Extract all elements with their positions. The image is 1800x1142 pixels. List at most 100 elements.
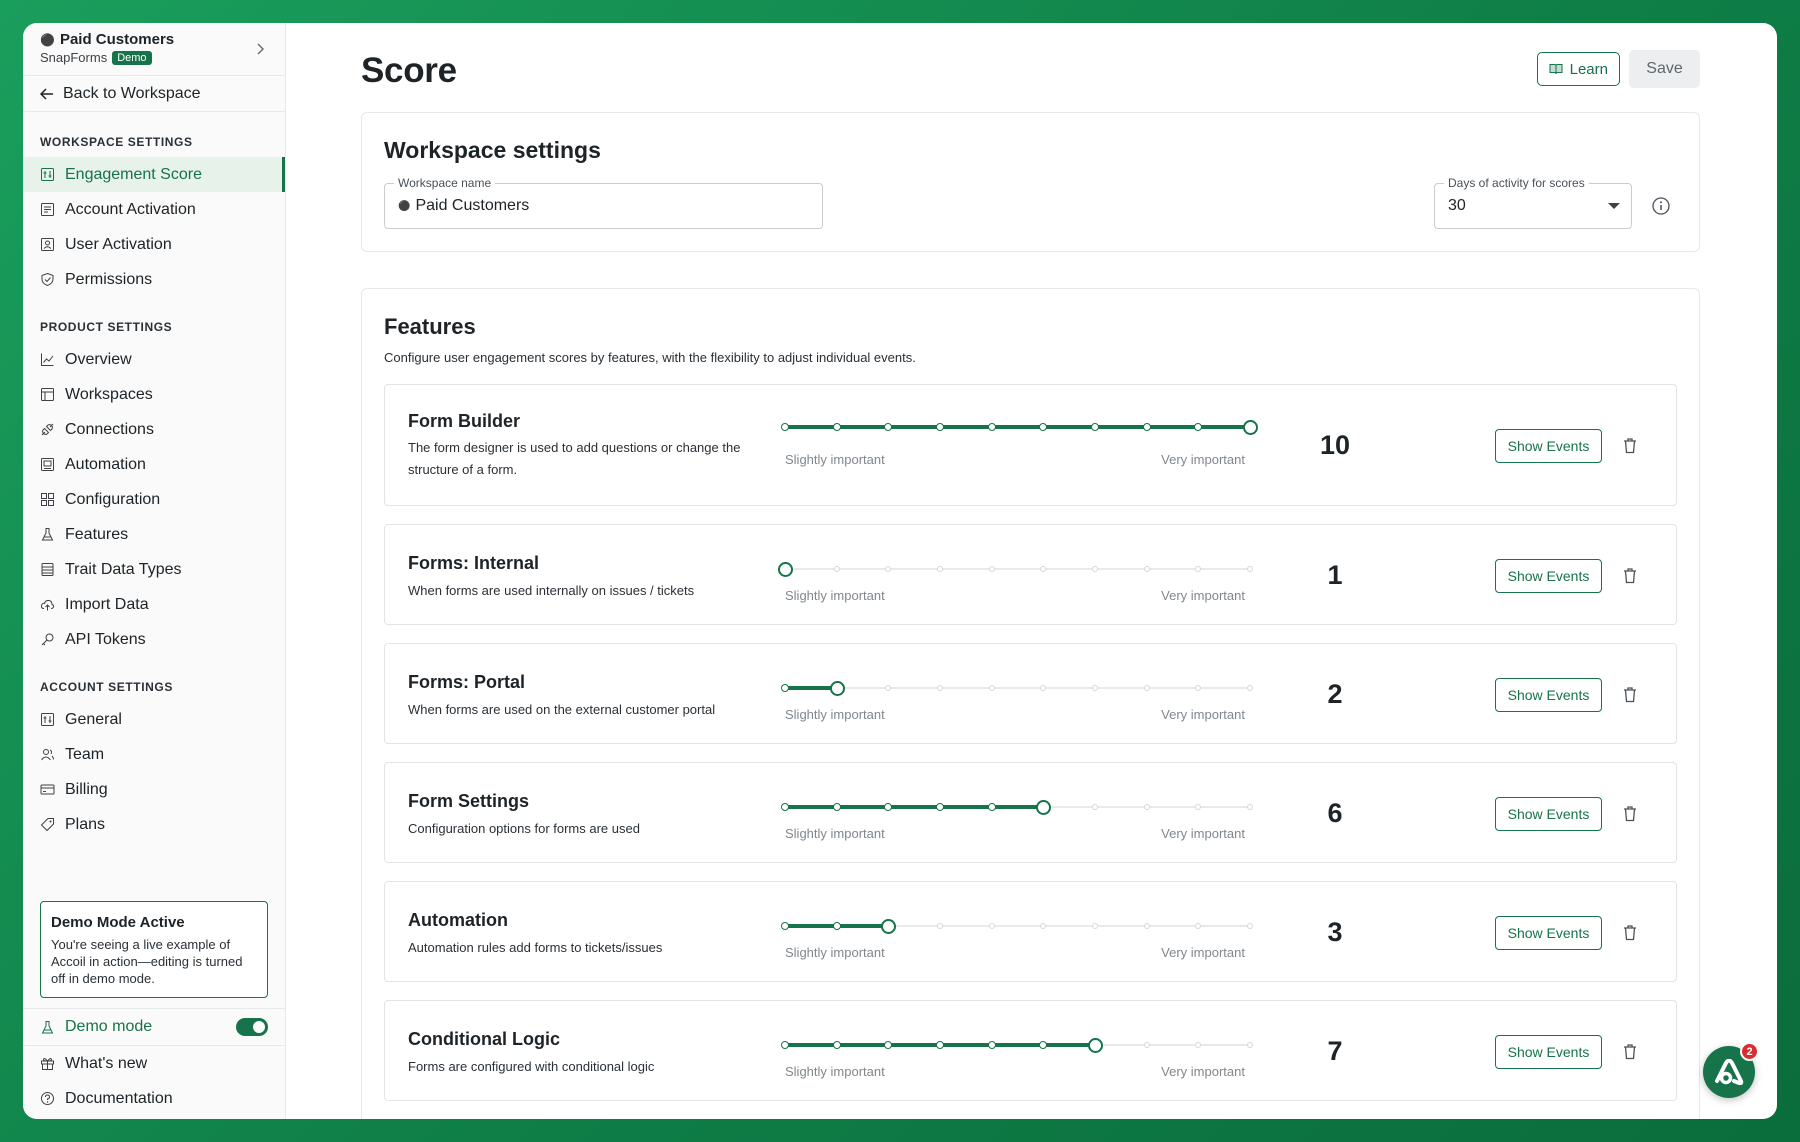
sidebar-item-team[interactable]: Team <box>23 737 285 772</box>
slider-step[interactable] <box>885 685 892 691</box>
slider-step[interactable] <box>781 684 789 692</box>
slider-step[interactable] <box>1195 923 1202 929</box>
days-of-activity-select[interactable]: Days of activity for scores 30 <box>1434 176 1632 229</box>
whats-new-link[interactable]: What's new <box>23 1046 285 1081</box>
slider-thumb[interactable] <box>1087 1038 1103 1053</box>
sidebar-item-overview[interactable]: Overview <box>23 342 285 377</box>
sidebar-item-configuration[interactable]: Configuration <box>23 482 285 517</box>
show-events-button[interactable]: Show Events <box>1495 1034 1602 1069</box>
slider-step[interactable] <box>1195 804 1202 810</box>
sidebar-item-billing[interactable]: Billing <box>23 772 285 807</box>
sidebar-item-api-tokens[interactable]: API Tokens <box>23 622 285 657</box>
slider-step[interactable] <box>1040 566 1047 572</box>
slider-step[interactable] <box>1090 423 1099 431</box>
sidebar-item-import-data[interactable]: Import Data <box>23 587 285 622</box>
slider-step[interactable] <box>1091 923 1098 929</box>
slider-step[interactable] <box>832 423 841 431</box>
slider-step[interactable] <box>1091 804 1098 810</box>
slider-step[interactable] <box>1194 423 1203 431</box>
slider-step[interactable] <box>936 566 943 572</box>
slider-step[interactable] <box>935 423 944 431</box>
demo-mode-toggle[interactable] <box>236 1018 268 1036</box>
slider-step[interactable] <box>832 1041 841 1049</box>
slider-step[interactable] <box>1247 566 1253 572</box>
slider-step[interactable] <box>833 566 840 572</box>
sidebar-item-general[interactable]: General <box>23 702 285 737</box>
importance-slider[interactable] <box>781 918 1253 934</box>
documentation-link[interactable]: Documentation <box>23 1081 285 1116</box>
slider-step[interactable] <box>884 423 893 431</box>
trash-icon[interactable] <box>1622 686 1638 703</box>
sidebar-item-automation[interactable]: Automation <box>23 447 285 482</box>
show-events-button[interactable]: Show Events <box>1495 429 1602 463</box>
slider-step[interactable] <box>1039 423 1048 431</box>
sidebar-item-trait-data-types[interactable]: Trait Data Types <box>23 552 285 587</box>
sidebar-item-connections[interactable]: Connections <box>23 412 285 447</box>
slider-thumb[interactable] <box>1243 420 1258 435</box>
slider-step[interactable] <box>884 1041 893 1049</box>
slider-step[interactable] <box>832 922 841 930</box>
trash-icon[interactable] <box>1622 805 1638 822</box>
slider-step[interactable] <box>1195 1042 1202 1048</box>
slider-thumb[interactable] <box>778 562 793 577</box>
importance-slider[interactable] <box>781 419 1258 435</box>
slider-step[interactable] <box>1247 685 1253 691</box>
slider-step[interactable] <box>1247 804 1253 810</box>
sidebar-item-features[interactable]: Features <box>23 517 285 552</box>
slider-step[interactable] <box>1143 566 1150 572</box>
slider-step[interactable] <box>1040 685 1047 691</box>
slider-step[interactable] <box>936 685 943 691</box>
slider-step[interactable] <box>988 923 995 929</box>
slider-step[interactable] <box>987 803 996 811</box>
save-button[interactable]: Save <box>1629 50 1700 88</box>
slider-step[interactable] <box>1143 804 1150 810</box>
slider-thumb[interactable] <box>1036 800 1052 815</box>
slider-step[interactable] <box>1195 566 1202 572</box>
slider-thumb[interactable] <box>829 681 845 696</box>
importance-slider[interactable] <box>781 799 1253 815</box>
slider-step[interactable] <box>885 566 892 572</box>
workspace-name-field[interactable]: Workspace name ⚫ Paid Customers <box>384 176 823 229</box>
importance-slider[interactable] <box>781 1037 1253 1053</box>
slider-step[interactable] <box>935 1041 944 1049</box>
slider-step[interactable] <box>936 923 943 929</box>
info-icon[interactable] <box>1652 197 1670 215</box>
trash-icon[interactable] <box>1622 924 1638 941</box>
show-events-button[interactable]: Show Events <box>1495 796 1602 831</box>
show-events-button[interactable]: Show Events <box>1495 558 1602 593</box>
slider-step[interactable] <box>1091 566 1098 572</box>
slider-step[interactable] <box>781 922 789 930</box>
trash-icon[interactable] <box>1622 567 1638 584</box>
slider-step[interactable] <box>781 803 789 811</box>
slider-step[interactable] <box>1143 923 1150 929</box>
slider-step[interactable] <box>1247 1042 1253 1048</box>
sidebar-item-account-activation[interactable]: Account Activation <box>23 192 285 227</box>
slider-step[interactable] <box>1039 1041 1048 1049</box>
chat-launcher-button[interactable]: 2 <box>1703 1042 1759 1098</box>
slider-step[interactable] <box>1142 423 1151 431</box>
trash-icon[interactable] <box>1622 1043 1638 1060</box>
slider-step[interactable] <box>781 423 789 431</box>
slider-step[interactable] <box>1040 923 1047 929</box>
back-to-workspace-link[interactable]: Back to Workspace <box>23 76 285 112</box>
slider-step[interactable] <box>832 803 841 811</box>
slider-step[interactable] <box>1143 685 1150 691</box>
slider-step[interactable] <box>1195 685 1202 691</box>
slider-step[interactable] <box>1143 1042 1150 1048</box>
sidebar-item-plans[interactable]: Plans <box>23 807 285 842</box>
slider-step[interactable] <box>988 566 995 572</box>
show-events-button[interactable]: Show Events <box>1495 677 1602 712</box>
slider-step[interactable] <box>935 803 944 811</box>
trash-icon[interactable] <box>1622 437 1638 454</box>
slider-step[interactable] <box>988 685 995 691</box>
workspace-switcher[interactable]: ⚫ Paid Customers SnapForms Demo <box>23 23 285 76</box>
sidebar-item-engagement-score[interactable]: Engagement Score <box>23 157 285 192</box>
slider-step[interactable] <box>987 1041 996 1049</box>
learn-button[interactable]: Learn <box>1536 52 1620 86</box>
show-events-button[interactable]: Show Events <box>1495 915 1602 950</box>
importance-slider[interactable] <box>781 680 1253 696</box>
sidebar-item-workspaces[interactable]: Workspaces <box>23 377 285 412</box>
slider-step[interactable] <box>781 1041 789 1049</box>
sidebar-item-user-activation[interactable]: User Activation <box>23 227 285 262</box>
slider-step[interactable] <box>1247 923 1253 929</box>
